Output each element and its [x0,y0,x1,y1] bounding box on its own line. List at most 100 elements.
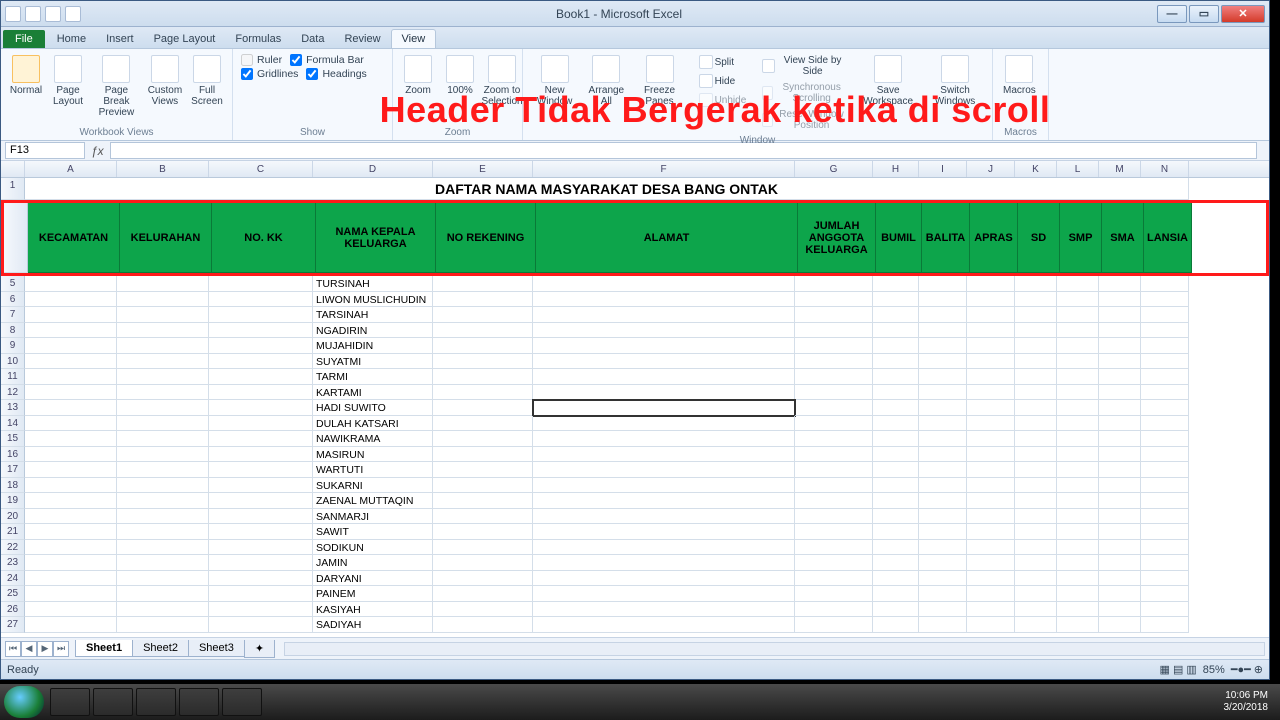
cell[interactable] [919,338,967,354]
cell[interactable] [1099,617,1141,633]
horizontal-scrollbar[interactable] [284,642,1265,656]
cell[interactable] [795,369,873,385]
cell[interactable] [1141,478,1189,494]
cell[interactable] [1057,400,1099,416]
cell[interactable] [117,276,209,292]
cell[interactable] [25,338,117,354]
cell[interactable] [1057,586,1099,602]
cell[interactable] [1099,509,1141,525]
cell[interactable] [533,400,795,416]
cell[interactable] [1141,509,1189,525]
cell[interactable] [433,400,533,416]
cell[interactable] [25,540,117,556]
cell[interactable] [1099,292,1141,308]
switch-windows-button[interactable]: Switch Windows [924,53,986,109]
cell[interactable] [209,276,313,292]
cell[interactable] [209,338,313,354]
cell[interactable] [1057,478,1099,494]
cell[interactable] [433,524,533,540]
cell[interactable] [1015,493,1057,509]
cell[interactable] [1099,354,1141,370]
cell[interactable] [25,276,117,292]
page-break-preview-button[interactable]: Page Break Preview [91,53,142,120]
taskbar-explorer-icon[interactable] [50,688,90,716]
cell[interactable] [1141,292,1189,308]
cell[interactable] [1099,276,1141,292]
cell[interactable] [1099,369,1141,385]
start-button[interactable] [4,686,44,718]
cell[interactable] [433,462,533,478]
cell[interactable] [1099,555,1141,571]
cell[interactable] [533,493,795,509]
cell[interactable] [1141,493,1189,509]
col-header-G[interactable]: G [795,161,873,177]
cell[interactable]: HADI SUWITO [313,400,433,416]
sheet-nav[interactable]: ⏮◀▶⏭ [5,641,69,657]
macros-button[interactable]: Macros [999,53,1040,98]
cell[interactable] [433,571,533,587]
cell[interactable] [967,540,1015,556]
cell[interactable] [795,400,873,416]
cell[interactable] [209,555,313,571]
tab-home[interactable]: Home [47,30,96,48]
cell[interactable] [1099,586,1141,602]
cell[interactable] [533,447,795,463]
cell[interactable] [919,540,967,556]
cell[interactable] [533,555,795,571]
cell[interactable] [967,307,1015,323]
cell[interactable] [1141,400,1189,416]
cell[interactable] [25,617,117,633]
cell[interactable] [209,354,313,370]
sync-scroll-button[interactable]: Synchronous Scrolling [758,80,852,106]
cell[interactable] [795,555,873,571]
cell[interactable] [25,509,117,525]
cell[interactable] [873,462,919,478]
cell[interactable] [967,524,1015,540]
cell[interactable] [117,292,209,308]
cell[interactable] [209,307,313,323]
cell[interactable] [1057,369,1099,385]
cell[interactable]: SUYATMI [313,354,433,370]
cell[interactable] [1015,292,1057,308]
cell[interactable] [1015,416,1057,432]
cell[interactable] [433,555,533,571]
cell[interactable] [1141,307,1189,323]
cell[interactable] [117,586,209,602]
cell[interactable] [1099,385,1141,401]
cell[interactable] [433,602,533,618]
cell[interactable] [967,462,1015,478]
cell[interactable] [967,431,1015,447]
row-header[interactable]: 27 [1,617,25,633]
tab-page-layout[interactable]: Page Layout [144,30,226,48]
cell[interactable] [1141,555,1189,571]
row-header[interactable]: 6 [1,292,25,308]
table-header-cell[interactable]: JUMLAH ANGGOTA KELUARGA [798,203,876,273]
cell[interactable] [795,323,873,339]
cell[interactable] [433,509,533,525]
row-header[interactable]: 10 [1,354,25,370]
row-header[interactable]: 11 [1,369,25,385]
col-header-J[interactable]: J [967,161,1015,177]
cell[interactable] [25,462,117,478]
cell[interactable] [1015,307,1057,323]
redo-icon[interactable] [65,6,81,22]
cell[interactable] [873,385,919,401]
headings-checkbox[interactable]: Headings [304,67,368,81]
cell[interactable] [209,493,313,509]
gridlines-checkbox[interactable]: Gridlines [239,67,300,81]
table-header-cell[interactable]: KECAMATAN [28,203,120,273]
row-header[interactable]: 22 [1,540,25,556]
cell[interactable] [1141,586,1189,602]
cell[interactable] [1057,555,1099,571]
cell[interactable] [1057,323,1099,339]
cell[interactable] [433,540,533,556]
spreadsheet-grid[interactable]: ABCDEFGHIJKLMN 1DAFTAR NAMA MASYARAKAT D… [1,161,1269,637]
col-header-B[interactable]: B [117,161,209,177]
cell[interactable] [795,602,873,618]
cell[interactable] [25,431,117,447]
cell[interactable] [25,369,117,385]
cell[interactable] [1015,602,1057,618]
taskbar-excel-icon[interactable] [136,688,176,716]
cell[interactable] [1015,524,1057,540]
cell[interactable] [117,447,209,463]
